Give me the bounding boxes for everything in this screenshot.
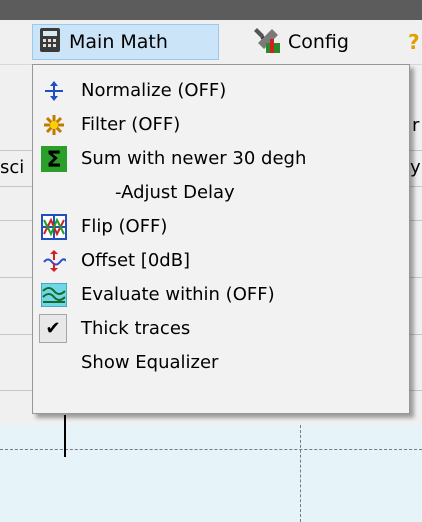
offset-icon [41,248,67,274]
menu-config[interactable]: Config [250,24,402,60]
menu-main-math[interactable]: Main Math [32,24,219,60]
filter-icon [41,112,67,138]
menu-item-flip[interactable]: Flip (OFF) [35,211,407,243]
top-window-strip [0,0,422,20]
menu-item-label: Offset [0dB] [81,250,191,271]
background-text-fragment: y( [410,157,422,178]
menu-main-math-label: Main Math [69,31,168,53]
normalize-icon [41,78,67,104]
menu-item-normalize[interactable]: Normalize (OFF) [35,75,407,107]
menu-item-thick-traces[interactable]: ✔ Thick traces [35,313,407,345]
sum-icon: Σ [41,146,67,172]
background-text-fragment: sci [0,157,25,178]
menu-item-filter[interactable]: Filter (OFF) [35,109,407,141]
svg-text:Σ: Σ [46,148,61,172]
menu-config-label: Config [288,31,349,53]
menu-item-show-equalizer[interactable]: Show Equalizer [35,347,407,379]
help-icon: ? [408,30,420,54]
tools-icon [252,25,282,60]
menu-item-label: Filter (OFF) [81,114,181,135]
axis-line [64,415,66,457]
calculator-icon [39,27,61,58]
menu-help-partial[interactable]: ? [408,24,422,60]
checkmark-icon: ✔ [39,314,67,343]
menu-item-offset[interactable]: Offset [0dB] [35,245,407,277]
menu-item-label: Normalize (OFF) [81,80,227,101]
menu-item-evaluate[interactable]: Evaluate within (OFF) [35,279,407,311]
grid-line [300,425,301,522]
menubar: Main Math Config ? [0,20,422,65]
main-math-dropdown-menu: Normalize (OFF) Filter (OFF) Σ Sum with … [32,64,410,414]
flip-icon [41,214,67,240]
evaluate-icon [41,282,67,308]
menu-item-adjust-delay[interactable]: -Adjust Delay [35,177,407,209]
background-text-fragment: r [412,115,420,136]
menu-item-label: -Adjust Delay [115,182,235,203]
menu-item-label: Show Equalizer [81,352,219,373]
menu-item-label: Evaluate within (OFF) [81,284,275,305]
menu-item-sum[interactable]: Σ Sum with newer 30 degh [35,143,407,175]
menu-item-label: Sum with newer 30 degh [81,148,307,169]
menu-item-label: Flip (OFF) [81,216,168,237]
menu-item-label: Thick traces [81,318,191,339]
